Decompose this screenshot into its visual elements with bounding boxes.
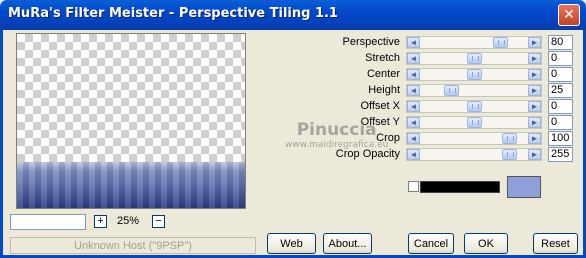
window-title: MuRa's Filter Meister - Perspective Tili… xyxy=(8,6,338,21)
about-button[interactable]: About... xyxy=(323,233,372,254)
status-bar: Unknown Host ("9PSP") xyxy=(10,237,256,254)
cancel-button[interactable]: Cancel xyxy=(408,233,454,254)
zoom-level: 25% xyxy=(117,215,140,227)
slider-thumb[interactable] xyxy=(444,85,459,96)
arrow-left-icon[interactable]: ◄ xyxy=(407,53,420,64)
param-value-input[interactable]: 80 xyxy=(548,35,573,50)
arrow-right-icon[interactable]: ► xyxy=(528,37,541,48)
param-slider[interactable]: ◄ ► xyxy=(406,84,542,97)
param-slider[interactable]: ◄ ► xyxy=(406,116,542,129)
reset-button[interactable]: Reset xyxy=(533,233,578,254)
zoom-input[interactable] xyxy=(10,214,86,230)
param-slider[interactable]: ◄ ► xyxy=(406,132,542,145)
arrow-right-icon[interactable]: ► xyxy=(528,149,541,160)
color-swatch[interactable] xyxy=(507,176,541,198)
param-value-input[interactable]: 0 xyxy=(548,67,573,82)
param-label: Offset X xyxy=(360,100,400,112)
param-label: Center xyxy=(366,68,400,80)
arrow-left-icon[interactable]: ◄ xyxy=(407,133,420,144)
arrow-left-icon[interactable]: ◄ xyxy=(407,117,420,128)
param-slider[interactable]: ◄ ► xyxy=(406,52,542,65)
watermark-site: www.maidiregrafica.eu xyxy=(285,140,389,150)
param-slider[interactable]: ◄ ► xyxy=(406,36,542,49)
preview-image[interactable] xyxy=(16,33,246,209)
ok-button[interactable]: OK xyxy=(464,233,508,254)
close-icon: ✕ xyxy=(563,7,575,23)
arrow-right-icon[interactable]: ► xyxy=(528,69,541,80)
arrow-left-icon[interactable]: ◄ xyxy=(407,85,420,96)
arrow-left-icon[interactable]: ◄ xyxy=(407,37,420,48)
arrow-left-icon[interactable]: ◄ xyxy=(407,101,420,112)
param-label: Stretch xyxy=(365,52,400,64)
slider-thumb[interactable] xyxy=(502,133,517,144)
slider-thumb[interactable] xyxy=(493,37,508,48)
color-black-bar[interactable] xyxy=(420,181,500,193)
param-value-input[interactable]: 100 xyxy=(548,131,573,146)
arrow-left-icon[interactable]: ◄ xyxy=(407,69,420,80)
param-slider[interactable]: ◄ ► xyxy=(406,100,542,113)
param-slider[interactable]: ◄ ► xyxy=(406,148,542,161)
close-button[interactable]: ✕ xyxy=(558,4,580,26)
param-value-input[interactable]: 255 xyxy=(548,147,573,162)
zoom-in-button[interactable]: + xyxy=(94,215,107,228)
web-button[interactable]: Web xyxy=(267,233,316,254)
zoom-out-button[interactable]: − xyxy=(152,215,165,228)
slider-thumb[interactable] xyxy=(467,101,482,112)
arrow-left-icon[interactable]: ◄ xyxy=(407,149,420,160)
perspective-tiling-preview xyxy=(17,162,245,208)
param-value-input[interactable]: 25 xyxy=(548,83,573,98)
arrow-right-icon[interactable]: ► xyxy=(528,85,541,96)
param-value-input[interactable]: 0 xyxy=(548,99,573,114)
arrow-right-icon[interactable]: ► xyxy=(528,133,541,144)
slider-thumb[interactable] xyxy=(502,149,517,160)
param-value-input[interactable]: 0 xyxy=(548,51,573,66)
slider-thumb[interactable] xyxy=(467,117,482,128)
arrow-right-icon[interactable]: ► xyxy=(528,53,541,64)
param-value-input[interactable]: 0 xyxy=(548,115,573,130)
arrow-right-icon[interactable]: ► xyxy=(528,117,541,128)
arrow-right-icon[interactable]: ► xyxy=(528,101,541,112)
slider-thumb[interactable] xyxy=(467,53,482,64)
param-label: Height xyxy=(368,84,400,96)
watermark-name: Pinuccia xyxy=(296,120,377,140)
slider-thumb[interactable] xyxy=(467,69,482,80)
watermark: Pinuccia www.maidiregrafica.eu xyxy=(285,120,388,150)
param-label: Perspective xyxy=(342,36,400,48)
color-white-box[interactable] xyxy=(408,181,419,192)
param-slider[interactable]: ◄ ► xyxy=(406,68,542,81)
title-bar: MuRa's Filter Meister - Perspective Tili… xyxy=(0,0,586,30)
